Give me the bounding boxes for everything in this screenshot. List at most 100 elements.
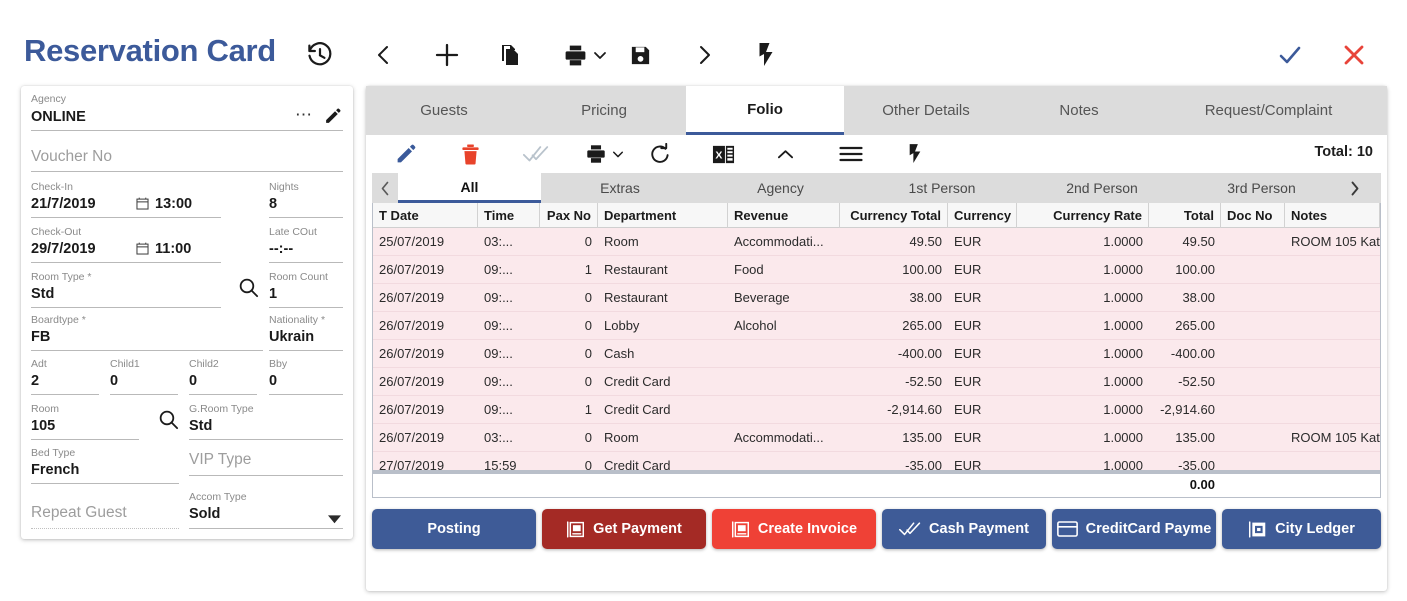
city-ledger-button[interactable]: City Ledger bbox=[1222, 509, 1381, 549]
grid-header-currency_total[interactable]: Currency Total bbox=[840, 202, 948, 228]
bed-type-field[interactable]: Bed Type French bbox=[31, 447, 179, 484]
history-icon[interactable] bbox=[303, 38, 337, 72]
accom-type-field[interactable]: Accom Type Sold bbox=[189, 491, 343, 529]
get-payment-button[interactable]: Get Payment bbox=[542, 509, 706, 549]
cell-pax_no: 1 bbox=[584, 261, 592, 277]
cash-payment-button[interactable]: Cash Payment bbox=[882, 509, 1046, 549]
next-record-icon[interactable] bbox=[691, 38, 717, 72]
action-button-label: Get Payment bbox=[593, 521, 682, 537]
grid-header-currency_rate[interactable]: Currency Rate bbox=[1017, 202, 1149, 228]
table-row[interactable]: 25/07/2019 03:... 0 Room Accommodati... 49.50… bbox=[373, 228, 1380, 256]
grid-header-time[interactable]: Time bbox=[478, 202, 540, 228]
subtab-all[interactable]: All bbox=[398, 173, 541, 203]
table-row[interactable]: 26/07/2019 09:... 0 Restaurant Beverage 38.00… bbox=[373, 284, 1380, 312]
grid-header-doc_no[interactable]: Doc No bbox=[1221, 202, 1285, 228]
footer-notes bbox=[1285, 474, 1380, 496]
late-cout-field[interactable]: Late COut --:-- bbox=[269, 226, 343, 263]
child1-count-field[interactable]: Child1 0 bbox=[110, 358, 178, 395]
subtab-next-icon[interactable] bbox=[1341, 173, 1367, 203]
grid-header-t_date[interactable]: T Date bbox=[373, 202, 478, 228]
grid-header-currency[interactable]: Currency bbox=[948, 202, 1017, 228]
table-row[interactable]: 27/07/2019 15:59 0 Credit Card -35.00 EUR 1.00… bbox=[373, 452, 1380, 470]
chevron-down-icon[interactable] bbox=[328, 511, 341, 529]
tab-guests[interactable]: Guests bbox=[366, 86, 522, 135]
tab-pricing[interactable]: Pricing bbox=[522, 86, 686, 135]
vip-type-field[interactable]: VIP Type bbox=[189, 450, 343, 476]
nights-field[interactable]: Nights 8 bbox=[269, 181, 343, 218]
quick-action-icon[interactable] bbox=[902, 135, 928, 173]
posting-button[interactable]: Posting bbox=[372, 509, 536, 549]
grid-header-revenue[interactable]: Revenue bbox=[728, 202, 840, 228]
tab-folio[interactable]: Folio bbox=[686, 86, 844, 135]
agency-field[interactable]: Agency ONLINE ⋯ bbox=[31, 93, 343, 131]
calendar-icon[interactable] bbox=[136, 197, 149, 215]
pencil-icon[interactable] bbox=[324, 108, 341, 130]
room-field[interactable]: Room 105 bbox=[31, 403, 139, 440]
subtab-all-label: All bbox=[460, 178, 479, 195]
confirm-icon[interactable] bbox=[1275, 38, 1305, 72]
print-icon[interactable] bbox=[582, 135, 610, 173]
edit-pencil-icon[interactable] bbox=[390, 135, 420, 173]
print-dropdown-icon[interactable] bbox=[609, 135, 627, 173]
grid-header-pax_no[interactable]: Pax No bbox=[540, 202, 598, 228]
creditcard-payme-button[interactable]: CreditCard Payme bbox=[1052, 509, 1216, 549]
room-type-field[interactable]: Room Type * Std bbox=[31, 271, 221, 308]
subtab-prev-icon[interactable] bbox=[372, 173, 398, 203]
room-count-field[interactable]: Room Count 1 bbox=[269, 271, 343, 308]
check-in-field[interactable]: Check-In 21/7/2019 13:00 bbox=[31, 181, 221, 218]
tab-other-details[interactable]: Other Details bbox=[844, 86, 1008, 135]
subtab-agency[interactable]: Agency bbox=[699, 173, 862, 203]
table-row[interactable]: 26/07/2019 09:... 0 Lobby Alcohol 265.00 EUR 1.… bbox=[373, 312, 1380, 340]
export-excel-icon[interactable]: X bbox=[707, 135, 739, 173]
grid-header-notes[interactable]: Notes bbox=[1285, 202, 1380, 228]
approve-doublecheck-icon[interactable] bbox=[519, 135, 553, 173]
guest-room-type-field[interactable]: G.Room Type Std bbox=[189, 403, 343, 440]
table-row[interactable]: 26/07/2019 09:... 1 Restaurant Food 100.00 EUR… bbox=[373, 256, 1380, 284]
table-row[interactable]: 26/07/2019 03:... 0 Room Accommodati... 135.0… bbox=[373, 424, 1380, 452]
repeat-guest-field[interactable]: Repeat Guest bbox=[31, 503, 179, 529]
print-dropdown-icon[interactable] bbox=[590, 38, 610, 72]
create-invoice-button[interactable]: Create Invoice bbox=[712, 509, 876, 549]
subtab-2nd-person[interactable]: 2nd Person bbox=[1022, 173, 1182, 203]
footer-revenue bbox=[728, 474, 840, 496]
menu-hamburger-icon[interactable] bbox=[836, 135, 866, 173]
quick-action-icon[interactable] bbox=[753, 38, 779, 72]
baby-count-field[interactable]: Bby 0 bbox=[269, 358, 343, 395]
grid-body[interactable]: 25/07/2019 03:... 0 Room Accommodati... 49.50… bbox=[373, 228, 1380, 470]
calendar-icon[interactable] bbox=[136, 242, 149, 260]
grid-header-total[interactable]: Total bbox=[1149, 202, 1221, 228]
voucher-no-field[interactable]: Voucher No bbox=[31, 146, 343, 172]
room-search-icon[interactable] bbox=[157, 408, 180, 436]
refresh-icon[interactable] bbox=[645, 135, 675, 173]
copy-icon[interactable] bbox=[497, 38, 525, 72]
table-row[interactable]: 26/07/2019 09:... 0 Cash -400.00 EUR 1.0000 -40… bbox=[373, 340, 1380, 368]
room-type-search-icon[interactable] bbox=[237, 276, 260, 304]
cell-notes bbox=[1285, 340, 1380, 368]
page-header: Reservation Card bbox=[0, 0, 1407, 86]
tab-request-complaint-label: Request/Complaint bbox=[1204, 102, 1333, 119]
child2-count-field[interactable]: Child2 0 bbox=[189, 358, 257, 395]
table-row[interactable]: 26/07/2019 09:... 1 Credit Card -2,914.60 EUR… bbox=[373, 396, 1380, 424]
grid-header-department[interactable]: Department bbox=[598, 202, 728, 228]
delete-trash-icon[interactable] bbox=[455, 135, 485, 173]
tab-notes[interactable]: Notes bbox=[1008, 86, 1150, 135]
boardtype-field[interactable]: Boardtype * FB bbox=[31, 314, 263, 351]
print-icon[interactable] bbox=[561, 38, 589, 72]
adult-count-field[interactable]: Adt 2 bbox=[31, 358, 99, 395]
nationality-field[interactable]: Nationality * Ukrain bbox=[269, 314, 343, 351]
subtab-1st-person[interactable]: 1st Person bbox=[862, 173, 1022, 203]
previous-record-icon[interactable] bbox=[371, 38, 397, 72]
cancel-icon[interactable] bbox=[1339, 38, 1369, 72]
footer-currency bbox=[948, 474, 1017, 496]
save-icon[interactable] bbox=[626, 38, 654, 72]
cell-time: 03:... bbox=[484, 233, 513, 249]
collapse-chevron-up-icon[interactable] bbox=[772, 135, 798, 173]
table-row[interactable]: 26/07/2019 09:... 0 Credit Card -52.50 EUR 1.0… bbox=[373, 368, 1380, 396]
cell-total: 100.00 bbox=[1175, 261, 1215, 277]
subtab-3rd-person[interactable]: 3rd Person bbox=[1182, 173, 1341, 203]
check-out-field[interactable]: Check-Out 29/7/2019 11:00 bbox=[31, 226, 221, 263]
add-icon[interactable] bbox=[432, 38, 462, 72]
subtab-extras[interactable]: Extras bbox=[541, 173, 699, 203]
tab-request-complaint[interactable]: Request/Complaint bbox=[1150, 86, 1387, 135]
ellipsis-icon[interactable]: ⋯ bbox=[295, 105, 313, 125]
